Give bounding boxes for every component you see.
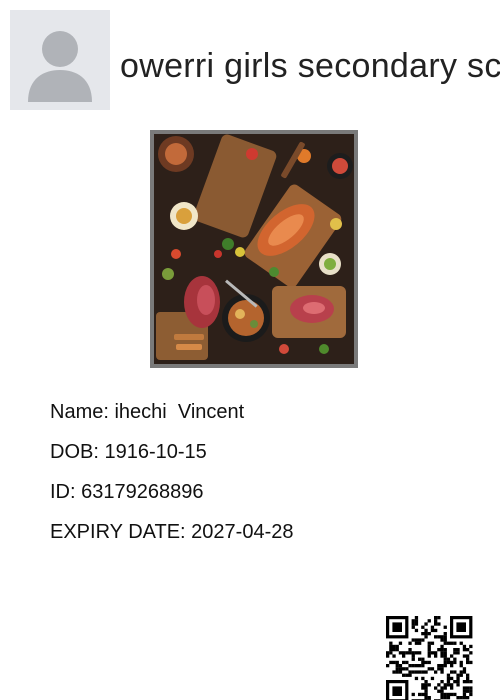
qr-code [386,616,474,700]
dob-value: 1916-10-15 [104,441,207,463]
expiry-field: EXPIRY DATE: 2027-04-28 [50,520,293,544]
expiry-value: 2027-04-28 [191,521,294,543]
default-avatar-icon [10,10,110,110]
name-field: Name: ihechi Vincent [50,400,244,424]
school-logo [10,10,110,110]
id-card: owerri girls secondary school [0,0,500,700]
id-label: ID: [50,481,82,503]
student-photo [150,130,358,368]
dob-field: DOB: 1916-10-15 [50,440,207,464]
qr-code-icon [386,616,473,700]
id-field: ID: 63179268896 [50,480,203,504]
name-label: Name: [50,401,115,423]
name-value: ihechi Vincent [114,401,245,423]
expiry-label: EXPIRY DATE: [50,521,192,543]
school-name: owerri girls secondary school [120,47,500,85]
dob-label: DOB: [50,441,105,463]
id-value: 63179268896 [81,481,204,503]
food-platter-photo [154,134,354,364]
